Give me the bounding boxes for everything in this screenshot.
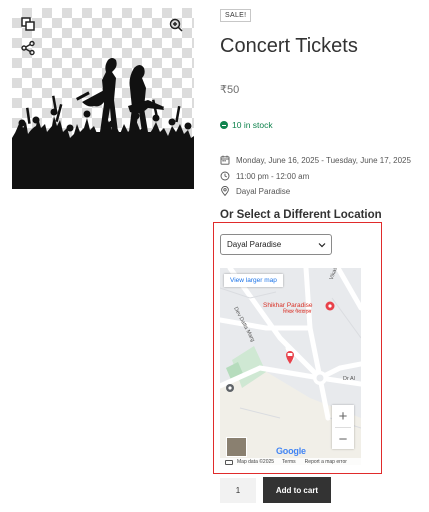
map-report-error-link[interactable]: Report a map error (305, 459, 347, 465)
add-to-cart-button[interactable]: Add to cart (263, 477, 331, 503)
map-place-label-hindi[interactable]: शिखर पैराडाइस (283, 309, 311, 315)
location-select-value: Dayal Paradise (227, 240, 282, 249)
zoom-in-button[interactable]: + (332, 405, 354, 427)
sale-badge: SALE! (220, 9, 252, 22)
stock-text: 10 in stock (232, 120, 273, 130)
zoom-out-button[interactable]: − (332, 428, 354, 450)
stock-status: 10 in stock (220, 120, 273, 130)
quantity-input[interactable]: 1 (220, 478, 256, 503)
location-section-heading: Or Select a Different Location (220, 209, 382, 221)
map-terms-link[interactable]: Terms (282, 459, 296, 465)
stock-minus-icon (220, 121, 228, 129)
product-image[interactable] (12, 8, 194, 189)
product-price: ₹50 (220, 84, 240, 96)
product-title: Concert Tickets (220, 35, 358, 57)
view-larger-map-link[interactable]: View larger map (224, 274, 283, 287)
map-footer: Map data ©2025 Terms Report a map error (220, 458, 361, 466)
location-select[interactable]: Dayal Paradise (220, 234, 332, 255)
map-data-credit: Map data ©2025 (237, 459, 275, 465)
event-time-row: 11:00 pm - 12:00 am (220, 171, 309, 181)
road-label-dr: Dr Al (343, 376, 355, 382)
google-logo-text: Google (276, 446, 306, 456)
keyboard-shortcuts-icon[interactable] (225, 459, 233, 465)
map-place-label[interactable]: Shikhar Paradise (263, 302, 313, 309)
clock-icon (220, 171, 230, 181)
event-location: Dayal Paradise (236, 186, 291, 196)
concert-silhouette-image (12, 58, 194, 189)
magnifier-plus-icon[interactable] (167, 16, 185, 34)
map-zoom-control: + − (332, 405, 354, 449)
chevron-down-icon (318, 243, 326, 248)
event-times: 11:00 pm - 12:00 am (236, 171, 310, 181)
calendar-icon (220, 155, 230, 165)
event-location-row: Dayal Paradise (220, 186, 290, 196)
street-view-thumbnail[interactable] (226, 437, 247, 457)
copy-icon[interactable] (19, 15, 37, 33)
event-dates: Monday, June 16, 2025 - Tuesday, June 17… (236, 155, 411, 165)
google-logo: Google (276, 446, 306, 456)
location-pin-icon (221, 186, 229, 196)
event-date-row: Monday, June 16, 2025 - Tuesday, June 17… (220, 155, 411, 165)
share-icon[interactable] (19, 39, 37, 57)
